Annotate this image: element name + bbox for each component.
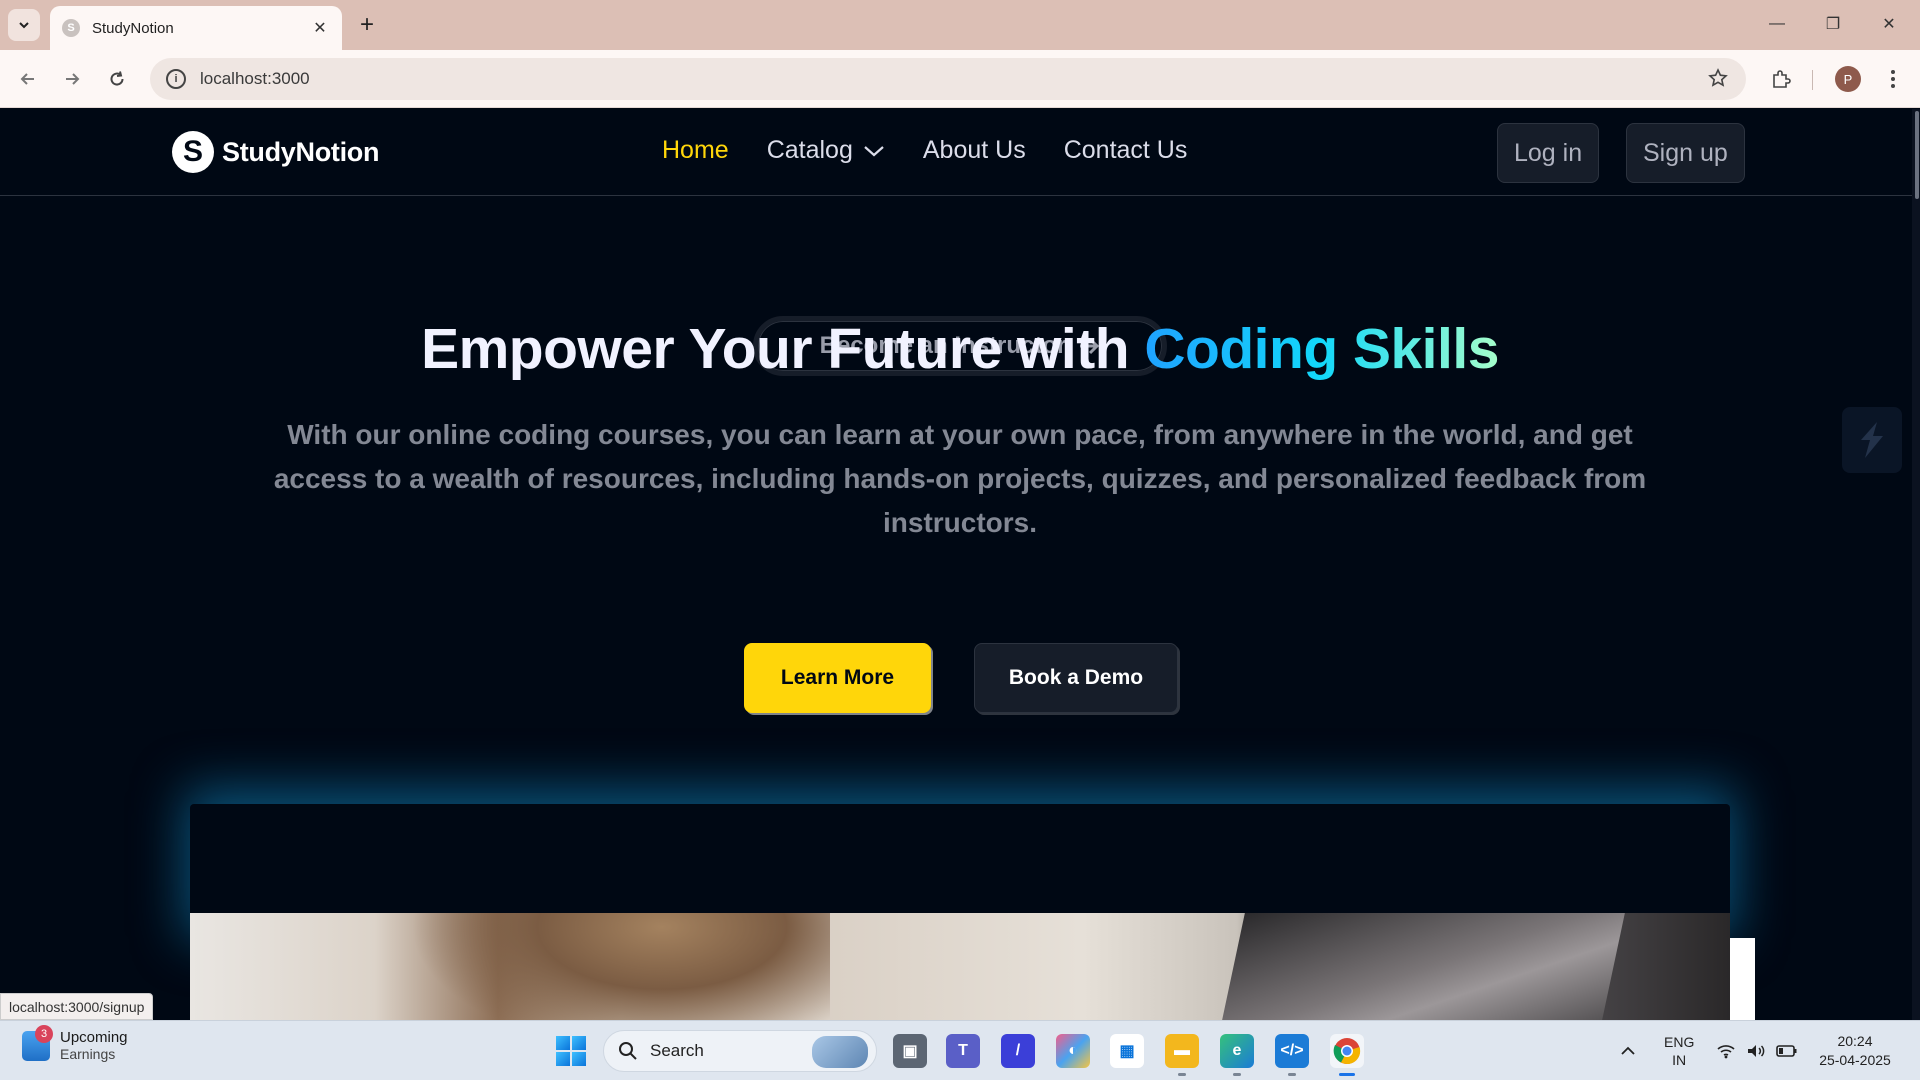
store-icon[interactable]: ▦ [1110,1034,1144,1068]
hero-subtext: With our online coding courses, you can … [273,419,1647,538]
copilot-icon[interactable]: ◐ [1056,1034,1090,1068]
taskbar-search-label: Search [650,1041,704,1060]
book-demo-button[interactable]: Book a Demo [974,643,1178,713]
widget-title: Upcoming [60,1029,128,1046]
tab-close-icon[interactable]: ✕ [310,18,330,38]
widgets-button[interactable]: 3 Upcoming Earnings [22,1024,128,1062]
tab-title: StudyNotion [92,19,174,37]
wifi-icon [1717,1045,1735,1059]
back-button[interactable] [12,63,44,95]
search-highlight-image [812,1036,868,1068]
address-url: localhost:3000 [200,69,310,88]
hero-video[interactable] [190,913,1730,1020]
address-bar[interactable]: i localhost:3000 [150,58,1746,100]
profile-avatar[interactable]: P [1835,66,1861,92]
arrow-right-icon [66,73,80,85]
widget-subtitle: Earnings [60,1046,116,1062]
arrow-left-icon [20,73,34,85]
status-bar-url: localhost:3000/signup [0,993,154,1020]
login-button[interactable]: Log in [1497,123,1600,183]
clock[interactable]: 20:24 25-04-2025 [1812,1021,1898,1080]
floating-widget[interactable] [1842,407,1902,473]
hero-headline: Empower Your Future with Coding Skills [0,316,1920,382]
chevron-down-icon [19,22,29,29]
language-indicator[interactable]: ENG IN [1664,1021,1694,1080]
learn-more-button[interactable]: Learn More [744,643,931,713]
reload-icon [110,71,124,86]
chrome-logo-icon [1333,1038,1361,1065]
system-status-icons[interactable] [1716,1021,1798,1080]
task-view-icon[interactable]: ▣ [893,1034,927,1068]
more-menu-icon[interactable] [1877,63,1909,95]
nav-link-home[interactable]: Home [662,136,729,165]
widget-badge: 3 [35,1024,53,1043]
toolbar-separator [1812,70,1813,90]
forward-button[interactable] [56,63,88,95]
headline-prefix: Empower Your Future with [421,317,1130,381]
windows-taskbar: 3 Upcoming Earnings Search ▣ T / ◐ ▦ ▬ e… [0,1020,1920,1080]
bookmark-star-icon[interactable] [1708,68,1728,93]
logo-text: StudyNotion [222,136,380,167]
minimize-button[interactable]: — [1754,8,1800,40]
close-window-button[interactable]: ✕ [1866,8,1912,40]
chevron-down-icon [864,145,884,156]
widget-icon: 3 [22,1024,53,1061]
signup-button[interactable]: Sign up [1626,123,1745,183]
tray-overflow-icon[interactable] [1620,1021,1636,1080]
page-scrollbar[interactable] [1912,109,1920,1020]
edge-icon[interactable]: e [1220,1034,1254,1076]
taskbar-search[interactable]: Search [603,1030,877,1072]
site-info-icon[interactable]: i [166,69,186,89]
nav-link-catalog[interactable]: Catalog [767,136,885,165]
nav-link-about[interactable]: About Us [923,136,1026,165]
clock-time: 20:24 [1837,1033,1873,1049]
language-code: ENG [1664,1034,1695,1050]
battery-icon [1776,1045,1797,1057]
bolt-icon [1861,422,1883,458]
browser-tabstrip: S StudyNotion ✕ + — ❐ ✕ [0,0,1920,50]
site-logo[interactable]: S StudyNotion [172,131,379,173]
chrome-icon[interactable] [1330,1034,1364,1076]
new-tab-button[interactable]: + [352,10,382,40]
logo-mark: S [172,131,214,173]
vscode-icon[interactable]: </> [1275,1034,1309,1076]
site-navbar: S StudyNotion Home Catalog About Us Cont… [0,109,1912,196]
headline-highlight: Coding Skills [1144,317,1499,381]
nav-link-contact[interactable]: Contact Us [1064,136,1188,165]
reload-button[interactable] [101,63,133,95]
browser-tab[interactable]: S StudyNotion ✕ [50,6,342,50]
sketch-app-icon[interactable]: / [1001,1034,1035,1068]
extensions-icon[interactable] [1765,63,1797,95]
teams-icon[interactable]: T [946,1034,980,1068]
clock-date: 25-04-2025 [1819,1052,1891,1068]
tab-search-button[interactable] [8,9,40,41]
nav-links: Home Catalog About Us Contact Us [662,136,1187,165]
volume-icon [1748,1045,1765,1057]
search-icon [619,1042,637,1060]
language-region: IN [1672,1052,1687,1068]
favicon-icon: S [62,19,80,37]
restore-button[interactable]: ❐ [1810,8,1856,40]
nav-link-catalog-label: Catalog [766,136,853,164]
page-viewport: S StudyNotion Home Catalog About Us Cont… [0,109,1920,1020]
start-button[interactable] [556,1036,586,1066]
file-explorer-icon[interactable]: ▬ [1165,1034,1199,1076]
browser-toolbar: i localhost:3000 P [0,50,1920,108]
video-person [410,913,830,1020]
scrollbar-thumb[interactable] [1915,111,1919,199]
video-laptop [1215,913,1625,1020]
